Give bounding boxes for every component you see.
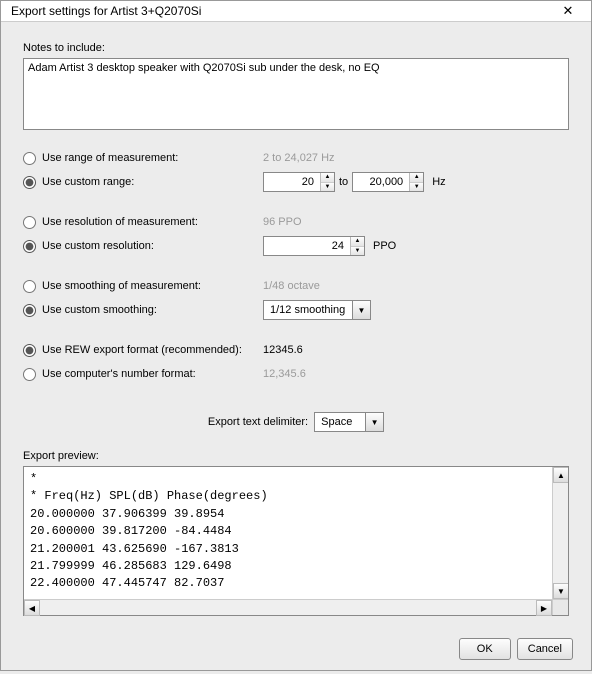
- delimiter-select-value: Space: [315, 413, 365, 431]
- dialog-window: Export settings for Artist 3+Q2070Si ✕ N…: [0, 0, 592, 671]
- scroll-corner: [552, 600, 568, 615]
- resolution-measurement-option[interactable]: Use resolution of measurement:: [23, 216, 263, 229]
- scroll-right-icon[interactable]: ▶: [536, 600, 552, 616]
- spinner-up-icon[interactable]: ▲: [351, 237, 364, 247]
- cancel-button[interactable]: Cancel: [517, 638, 573, 660]
- range-custom-label: Use custom range:: [42, 176, 134, 188]
- resolution-custom-values: ▲ ▼ PPO: [263, 236, 396, 256]
- window-title: Export settings for Artist 3+Q2070Si: [11, 4, 201, 18]
- range-from-input[interactable]: [264, 173, 320, 191]
- format-rew-hint: 12345.6: [263, 344, 303, 356]
- smoothing-select-value: 1/12 smoothing: [264, 301, 352, 319]
- format-rew-label: Use REW export format (recommended):: [42, 344, 242, 356]
- delimiter-row: Export text delimiter: Space ▼: [23, 412, 569, 432]
- range-custom-values: ▲ ▼ to ▲ ▼ Hz: [263, 172, 446, 192]
- resolution-input[interactable]: [264, 237, 350, 255]
- notes-label: Notes to include:: [23, 42, 569, 54]
- smoothing-measurement-label: Use smoothing of measurement:: [42, 280, 201, 292]
- preview-text: * * Freq(Hz) SPL(dB) Phase(degrees) 20.0…: [24, 467, 552, 599]
- resolution-spinner[interactable]: ▲ ▼: [263, 236, 365, 256]
- chevron-down-icon[interactable]: ▼: [352, 301, 370, 319]
- scroll-track[interactable]: [553, 483, 568, 583]
- range-from-spinner[interactable]: ▲ ▼: [263, 172, 335, 192]
- smoothing-custom-values: 1/12 smoothing ▼: [263, 300, 371, 320]
- resolution-measurement-label: Use resolution of measurement:: [42, 216, 198, 228]
- spinner-up-icon[interactable]: ▲: [410, 173, 423, 183]
- scroll-up-icon[interactable]: ▲: [553, 467, 568, 483]
- spinner-down-icon[interactable]: ▼: [321, 183, 334, 192]
- ok-button[interactable]: OK: [459, 638, 511, 660]
- chevron-down-icon[interactable]: ▼: [365, 413, 383, 431]
- close-button[interactable]: ✕: [553, 1, 583, 21]
- dialog-footer: OK Cancel: [1, 626, 591, 674]
- range-custom-radio[interactable]: [23, 176, 36, 189]
- smoothing-custom-label: Use custom smoothing:: [42, 304, 157, 316]
- titlebar: Export settings for Artist 3+Q2070Si ✕: [1, 1, 591, 22]
- format-rew-radio[interactable]: [23, 344, 36, 357]
- preview-box: * * Freq(Hz) SPL(dB) Phase(degrees) 20.0…: [23, 466, 569, 616]
- resolution-custom-label: Use custom resolution:: [42, 240, 154, 252]
- smoothing-custom-option[interactable]: Use custom smoothing:: [23, 304, 263, 317]
- format-computer-label: Use computer's number format:: [42, 368, 196, 380]
- smoothing-select[interactable]: 1/12 smoothing ▼: [263, 300, 371, 320]
- resolution-group: Use resolution of measurement: 96 PPO Us…: [23, 210, 569, 258]
- resolution-unit: PPO: [373, 240, 396, 252]
- scroll-down-icon[interactable]: ▼: [553, 583, 568, 599]
- range-to-label: to: [339, 176, 348, 188]
- smoothing-measurement-radio[interactable]: [23, 280, 36, 293]
- vertical-scrollbar[interactable]: ▲ ▼: [552, 467, 568, 599]
- range-to-input[interactable]: [353, 173, 409, 191]
- horizontal-scrollbar[interactable]: ◀ ▶: [24, 599, 568, 615]
- spinner-up-icon[interactable]: ▲: [321, 173, 334, 183]
- smoothing-custom-radio[interactable]: [23, 304, 36, 317]
- spinner-down-icon[interactable]: ▼: [351, 247, 364, 256]
- notes-textarea[interactable]: Adam Artist 3 desktop speaker with Q2070…: [23, 58, 569, 130]
- resolution-custom-option[interactable]: Use custom resolution:: [23, 240, 263, 253]
- preview-label: Export preview:: [23, 450, 569, 462]
- format-group: Use REW export format (recommended): 123…: [23, 338, 569, 386]
- range-measurement-hint: 2 to 24,027 Hz: [263, 152, 335, 164]
- close-icon: ✕: [563, 3, 574, 19]
- smoothing-measurement-option[interactable]: Use smoothing of measurement:: [23, 280, 263, 293]
- delimiter-select[interactable]: Space ▼: [314, 412, 384, 432]
- dialog-content: Notes to include: Adam Artist 3 desktop …: [1, 22, 591, 626]
- format-computer-radio[interactable]: [23, 368, 36, 381]
- format-rew-option[interactable]: Use REW export format (recommended):: [23, 344, 263, 357]
- range-group: Use range of measurement: 2 to 24,027 Hz…: [23, 146, 569, 194]
- range-measurement-label: Use range of measurement:: [42, 152, 178, 164]
- delimiter-label: Export text delimiter:: [208, 416, 308, 428]
- range-custom-option[interactable]: Use custom range:: [23, 176, 263, 189]
- scroll-left-icon[interactable]: ◀: [24, 600, 40, 616]
- range-unit: Hz: [432, 176, 445, 188]
- resolution-measurement-hint: 96 PPO: [263, 216, 302, 228]
- resolution-custom-radio[interactable]: [23, 240, 36, 253]
- range-measurement-radio[interactable]: [23, 152, 36, 165]
- resolution-measurement-radio[interactable]: [23, 216, 36, 229]
- scroll-track[interactable]: [40, 600, 536, 615]
- format-computer-option[interactable]: Use computer's number format:: [23, 368, 263, 381]
- range-measurement-option[interactable]: Use range of measurement:: [23, 152, 263, 165]
- smoothing-group: Use smoothing of measurement: 1/48 octav…: [23, 274, 569, 322]
- smoothing-measurement-hint: 1/48 octave: [263, 280, 320, 292]
- range-to-spinner[interactable]: ▲ ▼: [352, 172, 424, 192]
- format-computer-hint: 12,345.6: [263, 368, 306, 380]
- spinner-down-icon[interactable]: ▼: [410, 183, 423, 192]
